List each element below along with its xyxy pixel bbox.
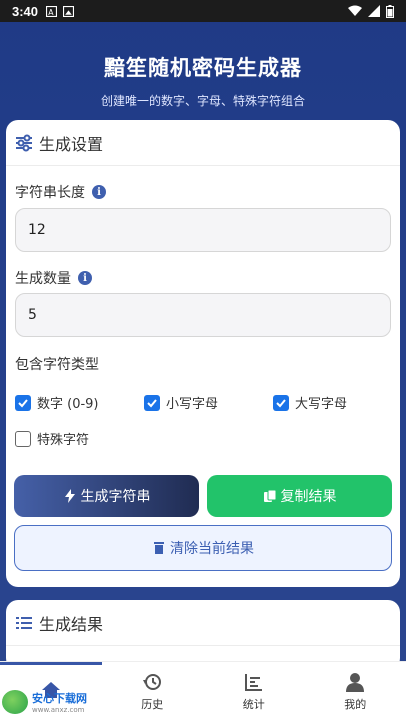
checkbox-digits[interactable]: 数字 (0-9) xyxy=(15,393,99,412)
checkbox-checked-icon[interactable] xyxy=(144,394,160,411)
settings-card-header: 生成设置 xyxy=(6,120,400,166)
length-label-row: 字符串长度 i xyxy=(15,182,106,202)
count-input[interactable] xyxy=(15,293,391,337)
nav-label: 统计 xyxy=(242,697,265,711)
sliders-icon xyxy=(16,134,32,151)
checkbox-checked-icon[interactable] xyxy=(273,394,289,411)
generate-button[interactable]: 生成字符串 xyxy=(14,475,199,517)
nav-label: 历史 xyxy=(141,697,164,711)
status-time: 3:40 xyxy=(12,3,39,19)
clear-button[interactable]: 清除当前结果 xyxy=(14,525,392,571)
count-label-row: 生成数量 i xyxy=(15,268,92,288)
svg-text:A: A xyxy=(48,7,54,16)
settings-card: 生成设置 字符串长度 i 生成数量 i 包含字符类型 数字 (0-9) 小写字母… xyxy=(6,120,400,587)
watermark-logo: 安心下载网 www.anxz.com xyxy=(2,688,102,716)
results-title: 生成结果 xyxy=(39,614,104,634)
clear-button-label: 清除当前结果 xyxy=(170,541,254,557)
list-icon xyxy=(16,616,32,629)
copy-button[interactable]: 复制结果 xyxy=(207,475,392,517)
checkbox-unchecked-icon[interactable] xyxy=(15,430,31,447)
checkbox-special[interactable]: 特殊字符 xyxy=(15,429,89,448)
watermark-text: 安心下载网 xyxy=(32,692,87,705)
checkbox-uppercase[interactable]: 大写字母 xyxy=(273,393,347,412)
checkbox-lowercase[interactable]: 小写字母 xyxy=(144,393,218,412)
watermark-logo-icon xyxy=(2,690,28,714)
results-card-header: 生成结果 xyxy=(6,600,400,646)
bolt-icon xyxy=(64,489,75,503)
nav-item-profile[interactable]: 我的 xyxy=(305,662,406,721)
user-icon xyxy=(346,672,365,692)
history-icon xyxy=(143,673,162,690)
count-label: 生成数量 xyxy=(15,271,71,287)
length-input[interactable] xyxy=(15,208,391,252)
checkbox-checked-icon[interactable] xyxy=(15,394,31,411)
status-bar: 3:40 A xyxy=(0,0,406,22)
copy-icon xyxy=(263,489,276,502)
app-header: 黯笙随机密码生成器 创建唯一的数字、字母、特殊字符组合 xyxy=(0,22,406,118)
length-label: 字符串长度 xyxy=(15,185,85,201)
nav-label: 我的 xyxy=(344,697,367,711)
settings-title: 生成设置 xyxy=(39,134,104,154)
battery-icon xyxy=(386,4,394,18)
checkbox-label: 小写字母 xyxy=(166,397,219,412)
watermark-text-group: 安心下载网 www.anxz.com xyxy=(32,690,87,714)
signal-icon xyxy=(368,5,380,17)
info-icon[interactable]: i xyxy=(78,271,92,285)
app-title: 黯笙随机密码生成器 xyxy=(104,56,302,80)
copy-button-label: 复制结果 xyxy=(280,489,337,505)
types-label: 包含字符类型 xyxy=(15,357,99,373)
results-card: 生成结果 xyxy=(6,600,400,670)
nav-item-history[interactable]: 历史 xyxy=(102,662,204,721)
notification-icon: A xyxy=(46,5,58,17)
trash-icon xyxy=(154,542,164,554)
info-icon[interactable]: i xyxy=(92,185,106,199)
checkbox-label: 大写字母 xyxy=(295,397,348,412)
app-subtitle: 创建唯一的数字、字母、特殊字符组合 xyxy=(100,94,305,108)
checkbox-label: 特殊字符 xyxy=(37,433,90,448)
wifi-icon xyxy=(348,5,362,16)
status-right xyxy=(348,4,394,18)
watermark-sub: www.anxz.com xyxy=(32,706,85,714)
nav-item-stats[interactable]: 统计 xyxy=(203,662,305,721)
generate-button-label: 生成字符串 xyxy=(80,489,151,505)
image-icon xyxy=(63,5,75,17)
chart-icon xyxy=(244,673,262,691)
checkbox-label: 数字 (0-9) xyxy=(37,397,99,412)
